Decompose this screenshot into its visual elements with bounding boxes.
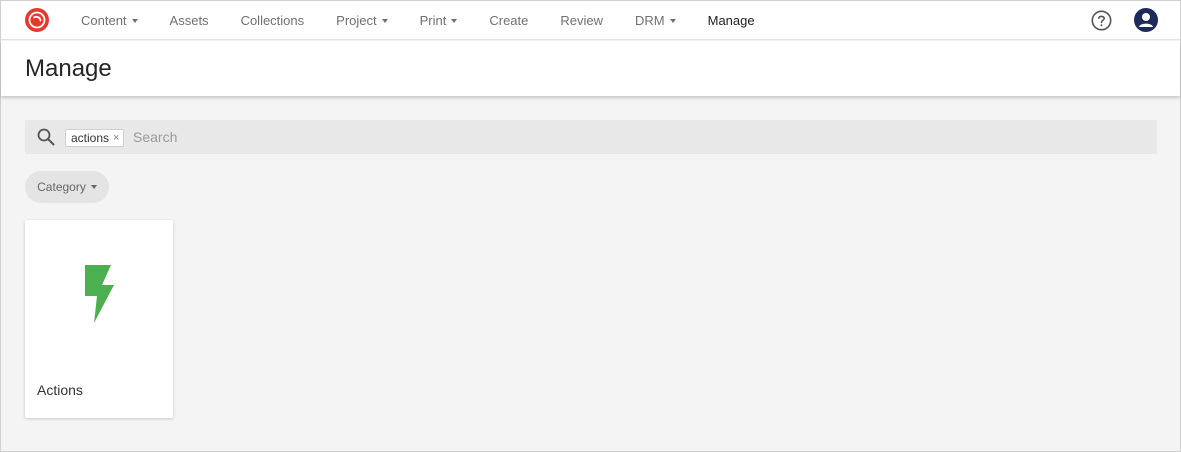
help-circle-icon[interactable] [1091,10,1112,31]
nav-item-label: Assets [169,13,209,28]
nav-item-project[interactable]: Project [320,1,403,40]
nav-item-label: Review [560,13,604,28]
caret-down-icon [451,18,458,23]
page-title: Manage [25,55,112,82]
remove-tag-icon[interactable]: × [113,132,119,144]
nav-item-label: Project [336,13,377,28]
nav-item-content[interactable]: Content [65,1,154,40]
card-label: Actions [37,382,83,398]
nav-item-label: DRM [635,13,665,28]
nav-item-print[interactable]: Print [404,1,474,40]
page-header: Manage [1,41,1180,96]
nav-item-review[interactable]: Review [544,1,619,40]
caret-down-icon [90,185,97,189]
nav-item-create[interactable]: Create [473,1,544,40]
category-filter-button[interactable]: Category [25,171,109,203]
search-filter-tag: actions × [65,129,125,147]
nav-item-drm[interactable]: DRM [619,1,692,40]
search-icon [37,128,55,146]
user-avatar-icon[interactable] [1134,8,1158,32]
top-navigation: Content Assets Collections Project Print… [1,1,1180,40]
caret-down-icon [669,18,676,23]
actions-card[interactable]: Actions [25,220,173,418]
nav-item-label: Manage [707,13,755,28]
lightning-bolt-icon [85,265,114,323]
nav-item-assets[interactable]: Assets [154,1,225,40]
nav-item-collections[interactable]: Collections [225,1,321,40]
sitecore-logo-icon[interactable] [25,8,49,32]
nav-item-label: Content [81,13,127,28]
caret-down-icon [381,18,388,23]
caret-down-icon [131,18,138,23]
search-bar: actions × [25,120,1157,154]
nav-item-label: Print [419,13,447,28]
nav-item-label: Collections [240,13,305,28]
nav-menu: Content Assets Collections Project Print… [65,1,771,40]
search-filter-tag-label: actions [71,131,110,145]
nav-item-label: Create [489,13,529,28]
category-filter-label: Category [37,180,86,194]
search-input[interactable] [133,126,1133,148]
nav-item-manage[interactable]: Manage [692,1,771,40]
